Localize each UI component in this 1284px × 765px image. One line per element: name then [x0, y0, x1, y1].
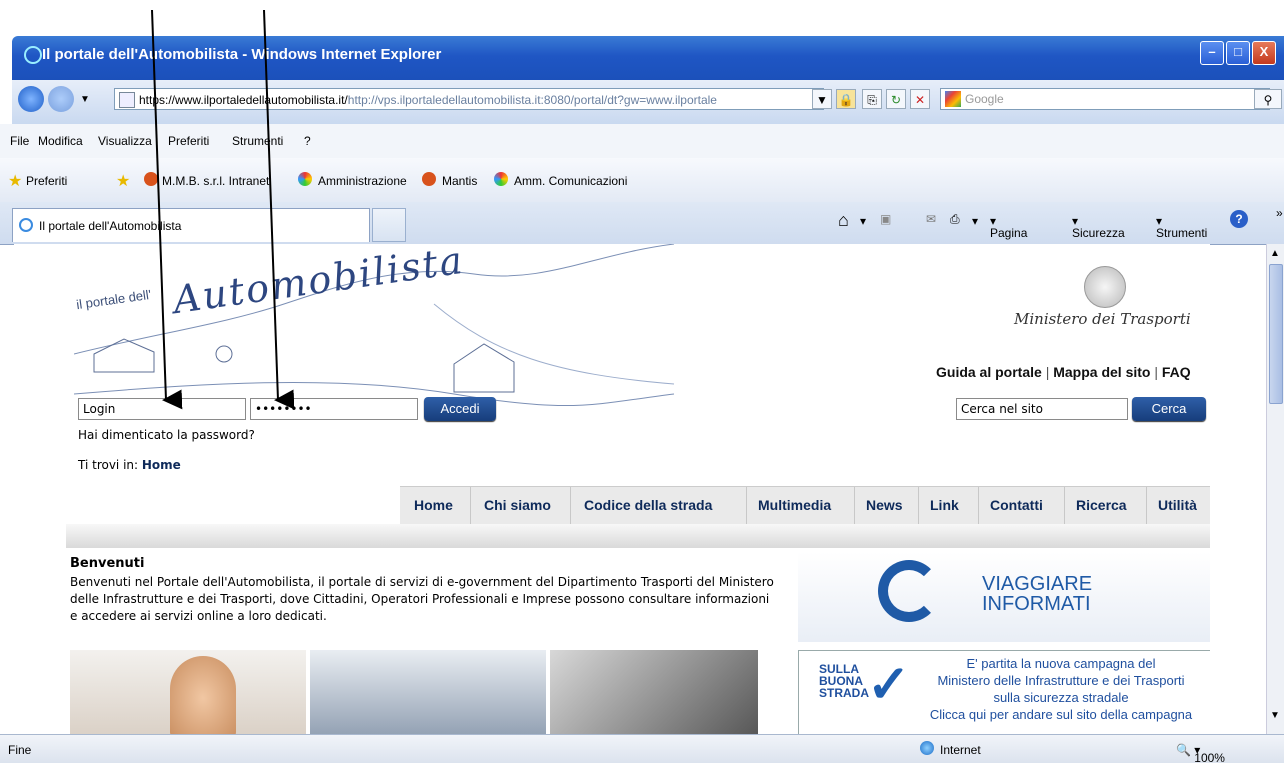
arrow-to-password	[263, 9, 295, 410]
main-nav: Home Chi siamo Codice della strada Multi…	[400, 486, 1210, 526]
nav-multimedia[interactable]: Multimedia	[758, 497, 831, 513]
badge-line3: STRADA	[819, 686, 869, 700]
viaggiare-informati-banner[interactable]: VIAGGIARE INFORMATI	[798, 552, 1210, 642]
breadcrumb: Ti trovi in: Home	[78, 458, 181, 472]
banner2-line2: Ministero delle Infrastrutture e dei Tra…	[937, 673, 1185, 688]
nav-utilita[interactable]: Utilità	[1158, 497, 1197, 513]
banner2-line1: E' partita la nuova campagna del	[966, 656, 1156, 671]
zoom-level: 100%	[1194, 751, 1225, 765]
photo-woman[interactable]	[70, 650, 306, 734]
status-text: Fine	[8, 743, 32, 757]
internet-zone-icon	[920, 741, 934, 755]
arrow-to-login	[151, 9, 183, 410]
forgot-password-link[interactable]: Hai dimenticato la password?	[78, 428, 255, 442]
annotation-arrows	[151, 9, 295, 410]
cis-logo-icon	[878, 560, 940, 622]
nav-contatti[interactable]: Contatti	[990, 497, 1043, 513]
campaign-badge: SULLA BUONA STRADA	[819, 663, 869, 699]
sulla-buona-strada-banner[interactable]: SULLA BUONA STRADA ✓ E' partita la nuova…	[798, 650, 1210, 734]
breadcrumb-home[interactable]: Home	[142, 458, 181, 472]
status-bar: Fine Internet 🔍 100% ▾	[0, 734, 1284, 765]
scroll-down-icon[interactable]: ▼	[1270, 710, 1280, 721]
breadcrumb-prefix: Ti trovi in:	[78, 458, 139, 472]
nav-home[interactable]: Home	[414, 497, 453, 513]
checkmark-icon: ✓	[867, 656, 911, 714]
photo-office[interactable]	[310, 650, 546, 734]
banner2-line4[interactable]: Clicca qui per andare sul sito della cam…	[911, 706, 1210, 723]
banner1-line1: VIAGGIARE	[982, 573, 1093, 595]
welcome-title: Benvenuti	[70, 556, 145, 571]
welcome-text: Benvenuti nel Portale dell'Automobilista…	[70, 575, 774, 623]
nav-codice-strada[interactable]: Codice della strada	[584, 497, 712, 513]
zone-label: Internet	[940, 743, 981, 757]
photo-traffic[interactable]	[550, 650, 758, 734]
nav-news[interactable]: News	[866, 497, 903, 513]
banner2-line3: sulla sicurezza stradale	[993, 690, 1129, 705]
nav-chi-siamo[interactable]: Chi siamo	[484, 497, 551, 513]
nav-ricerca[interactable]: Ricerca	[1076, 497, 1127, 513]
zoom-control[interactable]: 🔍 100% ▾	[1176, 743, 1225, 765]
sub-nav-bar	[66, 524, 1210, 548]
nav-link[interactable]: Link	[930, 497, 959, 513]
banner1-line2: INFORMATI	[982, 593, 1091, 615]
